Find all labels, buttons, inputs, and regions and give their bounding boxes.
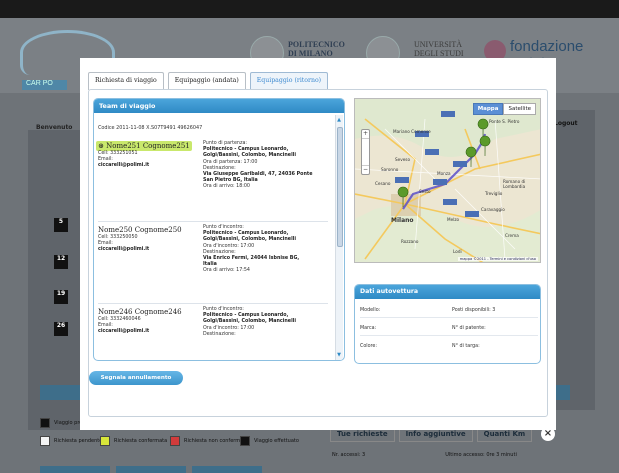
map-place: Romano di Lombardia <box>503 179 526 189</box>
map-place: Saronno <box>381 167 399 172</box>
legend-swatch <box>170 436 180 446</box>
calendar-day[interactable]: 12 <box>54 255 68 269</box>
map-place: Milano <box>391 217 414 224</box>
zoom-slider[interactable] <box>362 138 369 166</box>
member-contact: Nome250 Cognome250 Cell: 333250050 Email… <box>96 225 201 253</box>
vehicle-brand-label: Marca: <box>360 326 377 331</box>
member-email[interactable]: ciccarelli@polimi.it <box>96 247 201 253</box>
bottom-button[interactable] <box>40 466 110 473</box>
vehicle-row: Colore: N° di targa: <box>360 339 538 354</box>
driver-wheel-icon: ⊛ <box>98 142 104 150</box>
right-side-panel <box>555 110 595 410</box>
legend-item: Richiesta pendente <box>40 436 102 446</box>
bottom-buttons <box>40 466 262 473</box>
tab-tue-richieste[interactable]: Tue richieste <box>330 428 395 442</box>
map-place: Lodi <box>453 249 462 254</box>
member-divider <box>98 303 328 304</box>
legend-item: Viaggio effettuato <box>240 436 299 446</box>
legend-swatch <box>40 436 50 446</box>
map-place: Seveso <box>395 157 411 162</box>
map-place: Monza <box>437 171 451 176</box>
map-place: Caravaggio <box>481 207 505 212</box>
team-panel-title: Team di viaggio <box>94 99 344 113</box>
trip-details-modal: Richiesta di viaggio Equipaggio (andata)… <box>80 58 556 430</box>
tab-equipaggio-ritorno[interactable]: Equipaggio (ritorno) <box>249 72 329 90</box>
access-count: Nr. accessi: 3 <box>332 452 366 458</box>
legend-swatch <box>100 436 110 446</box>
legend-item: Richiesta confermata <box>100 436 167 446</box>
travel-team-panel: Team di viaggio Codice 2011-11-08 X.S07T… <box>93 98 345 361</box>
scroll-up-icon[interactable]: ▲ <box>336 117 342 123</box>
scroll-down-icon[interactable]: ▼ <box>336 352 342 358</box>
map-type-switch: Mappa Satellite <box>472 103 536 115</box>
member-name: Nome250 Cognome250 <box>98 226 182 234</box>
vehicle-data-panel: Dati autovettura Modello: Posti disponib… <box>354 284 541 364</box>
bottom-button[interactable] <box>116 466 186 473</box>
tab-quanti-km[interactable]: Quanti Km <box>476 428 533 442</box>
member-name: Nome246 Cognome246 <box>98 308 182 316</box>
map-place: Sesto <box>419 189 431 194</box>
zoom-out-icon[interactable]: − <box>362 166 369 174</box>
vehicle-row: Marca: N° di patente: <box>360 321 538 336</box>
vehicle-model-label: Modello: <box>360 308 381 313</box>
map-place: Treviglio <box>485 191 503 196</box>
map-zoom-control[interactable]: + − <box>361 129 370 175</box>
map-place: Cesano <box>375 181 391 186</box>
route-map[interactable]: Mariano Comense Seveso Saronno Monza Ces… <box>354 98 541 263</box>
map-attribution[interactable]: mappa ©2011 - Termini e condizioni d'uso <box>457 257 538 261</box>
vehicle-plate-label: N° di targa: <box>452 344 480 349</box>
member-contact: Nome246 Cognome246 Cell: 3332460046 Emai… <box>96 307 201 335</box>
close-icon[interactable]: × <box>541 427 555 441</box>
member-divider <box>98 221 328 222</box>
map-view-button[interactable]: Mappa <box>472 103 504 115</box>
vehicle-row: Modello: Posti disponibili: 3 <box>360 303 538 318</box>
calendar-day[interactable]: 19 <box>54 290 68 304</box>
calendar-day[interactable]: 5 <box>54 218 68 232</box>
vehicle-color-label: Colore: <box>360 344 377 349</box>
map-place: Rozzano <box>401 239 419 244</box>
tab-info-aggiuntive[interactable]: Info aggiuntive <box>398 428 473 442</box>
legend-item: Richiesta non confermata <box>170 436 248 446</box>
unimi-logo-text: UNIVERSITÀ DEGLI STUDI <box>414 40 464 58</box>
member-contact: ⊛ Nome251 Cognome251 Cell: 333251051 Ema… <box>96 141 201 169</box>
access-info: Nr. accessi: 3 Ultimo accesso: 0re 3 min… <box>332 452 517 458</box>
tab-equipaggio-andata[interactable]: Equipaggio (andata) <box>167 72 246 90</box>
bottom-button[interactable] <box>192 466 262 473</box>
trip-code: Codice 2011-11-08 X.S07T9491 49626047 <box>98 125 203 131</box>
legend-swatch <box>40 418 50 428</box>
member-email[interactable]: ciccarelli@polimi.it <box>96 329 201 335</box>
vehicle-license-label: N° di patente: <box>452 326 486 331</box>
member-trip-details: Punto di partenza: Politecnico - Campus … <box>203 141 313 190</box>
legend-swatch <box>240 436 250 446</box>
member-trip-details: Punto d'incontro: Politecnico - Campus L… <box>203 225 300 274</box>
map-place: Melzo <box>447 217 460 222</box>
zoom-in-icon[interactable]: + <box>362 130 369 138</box>
tab-richiesta-viaggio[interactable]: Richiesta di viaggio <box>88 72 164 90</box>
logout-link[interactable]: Logout <box>554 120 578 127</box>
modal-tabs: Richiesta di viaggio Equipaggio (andata)… <box>88 72 329 90</box>
background-tabs: Tue richieste Info aggiuntive Quanti Km <box>330 428 533 442</box>
calendar-day[interactable]: 26 <box>54 322 68 336</box>
last-access: Ultimo accesso: 0re 3 minuti <box>445 452 517 458</box>
map-place: Crema <box>505 233 519 238</box>
vehicle-panel-title: Dati autovettura <box>355 285 540 299</box>
logo-label: CAR PO <box>22 80 67 90</box>
vehicle-seats-label: Posti disponibili: 3 <box>452 308 496 313</box>
map-place: Mariano Comense <box>393 129 431 134</box>
member-trip-details: Punto d'incontro: Politecnico - Campus L… <box>203 307 296 337</box>
map-place: Ponte S. Pietro <box>489 119 520 124</box>
member-email[interactable]: ciccarelli@polimi.it <box>96 163 201 169</box>
team-scrollbar-thumb[interactable] <box>337 127 343 247</box>
satellite-view-button[interactable]: Satellite <box>503 103 536 115</box>
polimi-logo-text: POLITECNICO DI MILANO <box>288 40 345 58</box>
browser-top-bar <box>0 0 619 18</box>
report-cancellation-button[interactable]: Segnala annullamento <box>89 371 183 385</box>
member-name: ⊛ Nome251 Cognome251 <box>96 141 192 151</box>
